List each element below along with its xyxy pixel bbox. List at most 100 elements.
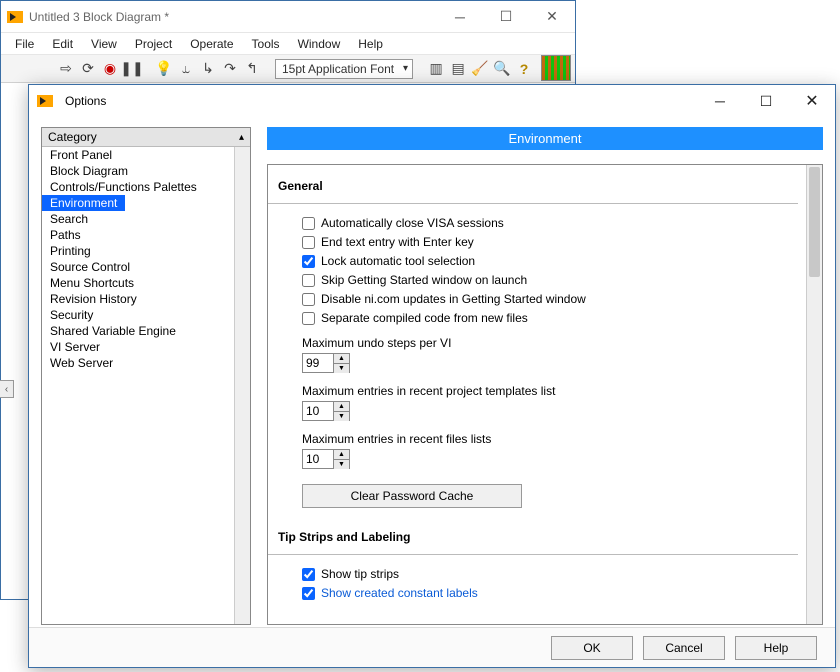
category-item[interactable]: VI Server xyxy=(42,339,234,355)
spin-up-icon[interactable]: ▲ xyxy=(334,402,349,412)
chk-label: End text entry with Enter key xyxy=(321,235,474,249)
chk-auto-close-visa[interactable]: Automatically close VISA sessions xyxy=(302,216,788,230)
cancel-button[interactable]: Cancel xyxy=(643,636,725,660)
run-icon[interactable]: ⇨ xyxy=(57,60,75,78)
chk-show-tip[interactable]: Show tip strips xyxy=(302,567,788,581)
font-combo-label: 15pt Application Font xyxy=(282,62,394,76)
ok-button[interactable]: OK xyxy=(551,636,633,660)
bd-minimize-button[interactable]: ─ xyxy=(437,1,483,33)
menu-help[interactable]: Help xyxy=(350,35,391,53)
help-button[interactable]: Help xyxy=(735,636,817,660)
section-general-title: General xyxy=(278,179,788,193)
category-item[interactable]: Shared Variable Engine xyxy=(42,323,234,339)
category-header-label: Category xyxy=(48,130,97,144)
category-header: Category ▴ xyxy=(42,128,250,147)
category-item[interactable]: Paths xyxy=(42,227,234,243)
menu-edit[interactable]: Edit xyxy=(44,35,81,53)
clear-password-label: Clear Password Cache xyxy=(351,489,474,503)
chk-label: Automatically close VISA sessions xyxy=(321,216,504,230)
chk-label: Separate compiled code from new files xyxy=(321,311,528,325)
category-item[interactable]: Revision History xyxy=(42,291,234,307)
recent-templates-label: Maximum entries in recent project templa… xyxy=(302,384,788,398)
dlg-minimize-button[interactable]: ─ xyxy=(697,85,743,117)
undo-spinner[interactable]: ▲▼ xyxy=(302,353,350,373)
chevron-up-icon[interactable]: ▴ xyxy=(239,132,244,143)
chk-label: Show tip strips xyxy=(321,567,399,581)
step-over-icon[interactable]: ↷ xyxy=(221,60,239,78)
align-icon[interactable]: ▥ xyxy=(427,60,445,78)
chk-label: Show created constant labels xyxy=(321,586,478,600)
category-item[interactable]: Printing xyxy=(42,243,234,259)
bd-menubar: File Edit View Project Operate Tools Win… xyxy=(1,33,575,55)
menu-view[interactable]: View xyxy=(83,35,125,53)
chk-end-text-enter[interactable]: End text entry with Enter key xyxy=(302,235,788,249)
recent-templates-spinner[interactable]: ▲▼ xyxy=(302,401,350,421)
abort-icon[interactable]: ◉ xyxy=(101,60,119,78)
retain-wire-icon[interactable]: ⥿ xyxy=(177,60,195,78)
options-dialog: Options ─ ☐ ✕ Category ▴ Front PanelBloc… xyxy=(28,84,836,668)
search-icon[interactable]: 🔍 xyxy=(493,60,511,78)
category-item[interactable]: Controls/Functions Palettes xyxy=(42,179,234,195)
menu-window[interactable]: Window xyxy=(290,35,349,53)
recent-files-input[interactable] xyxy=(303,452,333,466)
recent-templates-input[interactable] xyxy=(303,404,333,418)
undo-label: Maximum undo steps per VI xyxy=(302,336,788,350)
category-item[interactable]: Block Diagram xyxy=(42,163,234,179)
spin-down-icon[interactable]: ▼ xyxy=(334,412,349,421)
category-item[interactable]: Web Server xyxy=(42,355,234,371)
cleanup-icon[interactable]: 🧹 xyxy=(471,60,489,78)
category-item[interactable]: Source Control xyxy=(42,259,234,275)
left-collapse-tab[interactable]: ‹ xyxy=(0,380,14,398)
run-continuous-icon[interactable]: ⟳ xyxy=(79,60,97,78)
chk-separate-compiled[interactable]: Separate compiled code from new files xyxy=(302,311,788,325)
settings-scrollbar[interactable] xyxy=(806,165,822,624)
chk-disable-updates[interactable]: Disable ni.com updates in Getting Starte… xyxy=(302,292,788,306)
chk-label: Lock automatic tool selection xyxy=(321,254,475,268)
undo-input[interactable] xyxy=(303,356,333,370)
settings-pane: Environment General Automatically close … xyxy=(267,127,823,625)
options-title: Options xyxy=(65,94,106,108)
step-out-icon[interactable]: ↰ xyxy=(243,60,261,78)
dialog-footer: OK Cancel Help xyxy=(29,627,835,667)
category-item[interactable]: Search xyxy=(42,211,234,227)
bd-maximize-button[interactable]: ☐ xyxy=(483,1,529,33)
options-titlebar: Options ─ ☐ ✕ xyxy=(29,85,835,117)
spin-down-icon[interactable]: ▼ xyxy=(334,364,349,373)
bd-close-button[interactable]: ✕ xyxy=(529,1,575,33)
spin-up-icon[interactable]: ▲ xyxy=(334,450,349,460)
clear-password-button[interactable]: Clear Password Cache xyxy=(302,484,522,508)
chk-show-const[interactable]: Show created constant labels xyxy=(302,586,788,600)
chk-skip-getting-started[interactable]: Skip Getting Started window on launch xyxy=(302,273,788,287)
labview-icon xyxy=(7,11,23,23)
recent-files-spinner[interactable]: ▲▼ xyxy=(302,449,350,469)
labview-icon xyxy=(37,95,53,107)
bd-titlebar: Untitled 3 Block Diagram * ─ ☐ ✕ xyxy=(1,1,575,33)
menu-file[interactable]: File xyxy=(7,35,42,53)
recent-files-label: Maximum entries in recent files lists xyxy=(302,432,788,446)
scrollbar-thumb[interactable] xyxy=(809,167,820,277)
dlg-maximize-button[interactable]: ☐ xyxy=(743,85,789,117)
dlg-close-button[interactable]: ✕ xyxy=(789,85,835,117)
chk-label: Disable ni.com updates in Getting Starte… xyxy=(321,292,586,306)
spin-up-icon[interactable]: ▲ xyxy=(334,354,349,364)
help-icon[interactable]: ? xyxy=(515,60,533,78)
menu-operate[interactable]: Operate xyxy=(182,35,241,53)
menu-tools[interactable]: Tools xyxy=(244,35,288,53)
category-scrollbar[interactable] xyxy=(234,147,250,624)
distribute-icon[interactable]: ▤ xyxy=(449,60,467,78)
menu-project[interactable]: Project xyxy=(127,35,180,53)
settings-content: General Automatically close VISA session… xyxy=(268,165,806,624)
font-combo[interactable]: 15pt Application Font xyxy=(275,59,413,79)
category-list[interactable]: Front PanelBlock DiagramControls/Functio… xyxy=(42,147,234,624)
chk-lock-tool[interactable]: Lock automatic tool selection xyxy=(302,254,788,268)
category-item[interactable]: Menu Shortcuts xyxy=(42,275,234,291)
category-item[interactable]: Environment xyxy=(42,195,125,211)
pause-icon[interactable]: ❚❚ xyxy=(123,60,141,78)
step-into-icon[interactable]: ↳ xyxy=(199,60,217,78)
highlight-icon[interactable]: 💡 xyxy=(155,60,173,78)
category-item[interactable]: Front Panel xyxy=(42,147,234,163)
chk-label: Skip Getting Started window on launch xyxy=(321,273,527,287)
vi-icon[interactable] xyxy=(541,55,571,81)
spin-down-icon[interactable]: ▼ xyxy=(334,460,349,469)
category-item[interactable]: Security xyxy=(42,307,234,323)
